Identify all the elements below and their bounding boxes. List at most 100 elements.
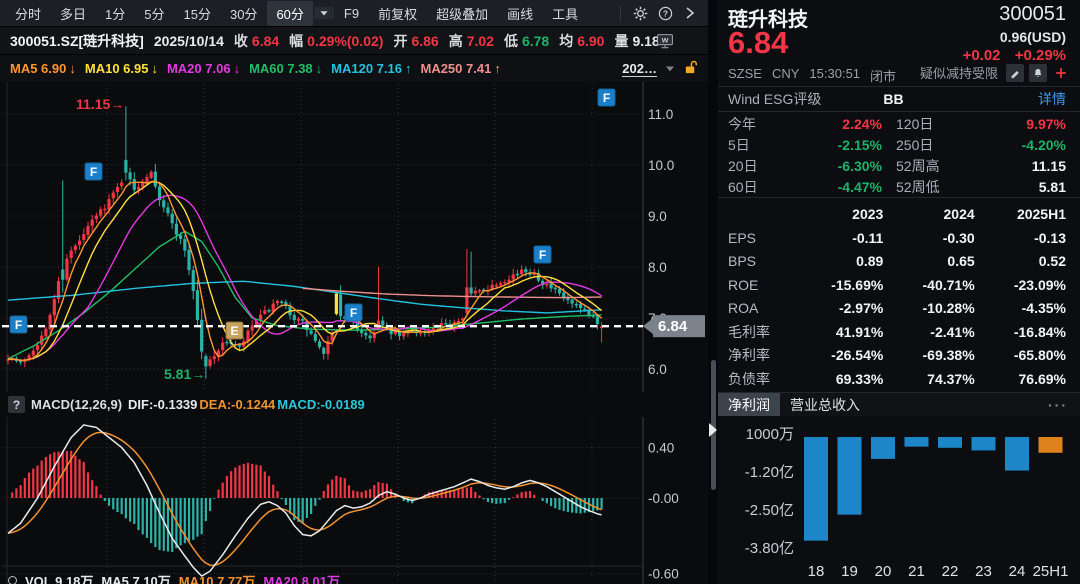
indicator-dot-icon[interactable] — [8, 576, 17, 584]
macd-header: ? MACD(12,26,9) DIF:-0.1339 DEA:-0.1244 … — [0, 392, 708, 417]
ma-settings-dropdown[interactable]: 202… — [622, 61, 657, 77]
ma-bar-right: 202… — [622, 59, 698, 78]
period-dropdown-caret[interactable] — [314, 7, 334, 19]
event-badge-f[interactable]: F — [85, 163, 102, 180]
kline-svg[interactable]: 6.07.08.09.010.011.06.8411.15→5.81→FFFEF… — [0, 82, 708, 392]
volume-header-clipped: VOL 9.18万MA5 7.10万MA10 7.77万MA20 8.01万 — [0, 569, 708, 584]
candle-body — [499, 283, 502, 285]
candle-body — [225, 342, 228, 343]
field-value: 0.29%(0.02) — [307, 33, 383, 49]
toolbar-button-工具[interactable]: 工具 — [543, 1, 587, 26]
esg-detail-link[interactable]: 详情 — [1038, 89, 1066, 109]
field-value: 7.02 — [467, 33, 494, 49]
metric-value: -16.84% — [975, 324, 1066, 340]
price-axis-label: 9.0 — [648, 209, 667, 224]
chevron-right-icon[interactable] — [678, 3, 702, 23]
event-badge-e[interactable]: E — [226, 322, 243, 339]
ma-trend-arrow: ↓ — [151, 61, 158, 76]
candle-body — [133, 179, 136, 190]
edit-icon[interactable] — [1006, 64, 1024, 82]
toolbar-tab-分时[interactable]: 分时 — [6, 1, 50, 26]
chart-panel: 分时多日1分5分15分30分60分 F9前复权超级叠加画线工具? 300051.S… — [0, 0, 708, 584]
event-badge-f[interactable]: F — [598, 89, 615, 106]
metric-value: -2.41% — [883, 324, 974, 340]
toolbar-button-画线[interactable]: 画线 — [498, 1, 542, 26]
candle-body — [99, 209, 102, 215]
candle-body — [112, 193, 115, 199]
toolbar-tab-60分[interactable]: 60分 — [267, 1, 312, 26]
macd-value: MACD:-0.0189 — [277, 397, 364, 412]
year-column-header: 2024 — [883, 206, 974, 222]
candle-body — [276, 301, 279, 303]
candle-body — [65, 259, 68, 280]
toolbar-button-前复权[interactable]: 前复权 — [369, 1, 426, 26]
market-meta: SZSE CNY 15:30:51 闭市 — [728, 66, 896, 85]
metric-label: BPS — [728, 253, 792, 269]
perf-label: 52周低 — [896, 177, 970, 197]
ma-legend-ma20: MA20 7.06↓ — [167, 61, 240, 76]
metric-label: 毛利率 — [728, 322, 792, 342]
metric-value: -0.11 — [792, 230, 883, 246]
gear-icon[interactable] — [628, 3, 652, 23]
perf-value: -4.47% — [790, 179, 896, 195]
chevron-down-icon[interactable] — [664, 61, 676, 76]
symbol-label: 300051.SZ[琏升科技] — [10, 31, 144, 51]
unlock-icon[interactable] — [683, 59, 698, 78]
ma-legend-ma5: MA5 6.90↓ — [10, 61, 76, 76]
toolbar-button-F9[interactable]: F9 — [335, 3, 368, 24]
candle-body — [103, 209, 106, 210]
help-icon[interactable]: ? — [653, 3, 677, 23]
event-badge-f[interactable]: F — [345, 304, 362, 321]
candle-body — [82, 234, 85, 240]
profit-axis-label: 1000万 — [746, 426, 794, 443]
ma-line-ma5 — [8, 181, 602, 360]
toolbar-tab-15分[interactable]: 15分 — [175, 1, 220, 26]
metric-value: -10.28% — [883, 300, 974, 316]
perf-value: -2.15% — [790, 137, 896, 153]
toolbar-tab-30分[interactable]: 30分 — [221, 1, 266, 26]
badge-letter: F — [90, 165, 97, 179]
macd-svg[interactable]: 0.40-0.00-0.60 — [0, 417, 708, 584]
ma-label: MA5 6.90 — [10, 61, 66, 76]
ma-line-ma250 — [303, 288, 602, 297]
ma-label: MA120 7.16 — [331, 61, 402, 76]
more-options-icon[interactable]: ··· — [1048, 397, 1080, 413]
tab-净利润[interactable]: 净利润 — [718, 393, 780, 416]
ma-trend-arrow: ↓ — [234, 61, 241, 76]
ma-label: MA20 7.06 — [167, 61, 231, 76]
alert-bell-icon[interactable] — [1029, 64, 1047, 82]
metric-value: -15.69% — [792, 277, 883, 293]
panel-expand-handle[interactable] — [708, 422, 718, 438]
candle-body — [503, 282, 506, 283]
tab-营业总收入[interactable]: 营业总收入 — [780, 393, 870, 416]
vol-legend-item: VOL 9.18万 — [25, 571, 93, 584]
candle-body — [179, 235, 182, 239]
candle-body — [558, 289, 561, 293]
macd-chart[interactable]: 0.40-0.00-0.60 — [0, 417, 708, 584]
event-badge-f[interactable]: F — [534, 246, 551, 263]
quote-field-均: 均6.90 — [559, 31, 604, 51]
event-badge-f[interactable]: F — [10, 316, 27, 333]
field-label: 开 — [393, 31, 407, 51]
macd-name[interactable]: MACD(12,26,9) — [31, 397, 122, 412]
profit-chart-tabs: 净利润营业总收入 ··· — [718, 392, 1080, 416]
metric-value: 76.69% — [975, 371, 1066, 387]
quote-actions: 疑似减持受限 — [920, 63, 1070, 82]
help-icon[interactable]: ? — [8, 396, 25, 413]
toolbar-tab-1分[interactable]: 1分 — [96, 1, 134, 26]
toolbar-tab-多日[interactable]: 多日 — [51, 1, 95, 26]
candle-body — [19, 361, 22, 362]
candle-body — [74, 246, 77, 250]
kline-chart[interactable]: 6.07.08.09.010.011.06.8411.15→5.81→FFFEF… — [0, 82, 708, 392]
add-to-watchlist-icon[interactable] — [1052, 64, 1070, 82]
profit-bar-19 — [838, 437, 862, 515]
price-extreme-annotation: 11.15→ — [76, 96, 124, 112]
svg-text:?: ? — [662, 8, 667, 18]
profit-axis-label: -2.50亿 — [745, 502, 794, 519]
toolbar-tab-5分[interactable]: 5分 — [135, 1, 173, 26]
quote-info-bar: 300051.SZ[琏升科技] 2025/10/14 收6.84幅0.29%(0… — [0, 27, 708, 55]
screenshot-icon[interactable]: w — [655, 32, 675, 53]
ma-line-ma10 — [8, 182, 602, 361]
toolbar-button-超级叠加[interactable]: 超级叠加 — [427, 1, 497, 26]
quote-time: 15:30:51 — [809, 66, 860, 85]
